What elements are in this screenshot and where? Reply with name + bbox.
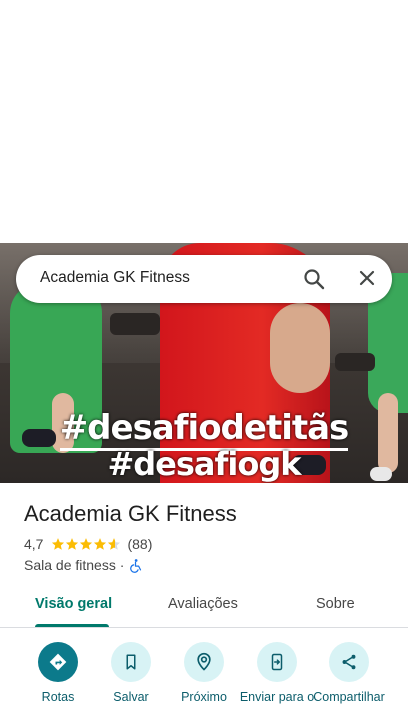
map-area xyxy=(0,0,408,243)
tab-overview[interactable]: Visão geral xyxy=(35,596,112,612)
place-tabs: Visão geral Avaliações Sobre xyxy=(0,584,408,628)
wheelchair-accessible-icon xyxy=(130,558,142,573)
active-tab-indicator xyxy=(35,624,109,627)
star-half-icon xyxy=(108,538,121,550)
nearby-label: Próximo xyxy=(181,690,227,704)
send-to-phone-icon xyxy=(257,642,297,682)
photo-hashtag-1: #desafiodetitãs xyxy=(0,408,408,451)
star-icon xyxy=(66,538,79,550)
place-title: Academia GK Fitness xyxy=(24,501,237,526)
category-row: Sala de fitness · xyxy=(24,557,143,573)
photo-dumbbell xyxy=(335,353,375,371)
rating-value: 4,7 xyxy=(24,536,44,552)
share-icon xyxy=(329,642,369,682)
rating-stars xyxy=(51,537,121,551)
nearby-icon xyxy=(184,642,224,682)
tab-reviews[interactable]: Avaliações xyxy=(168,596,238,612)
bookmark-icon xyxy=(111,642,151,682)
close-icon[interactable] xyxy=(354,265,380,291)
place-category: Sala de fitness · xyxy=(24,557,125,573)
star-icon xyxy=(80,538,93,550)
send-to-phone-label: Enviar para o xyxy=(239,690,315,704)
star-icon xyxy=(94,538,107,550)
directions-label: Rotas xyxy=(41,690,75,704)
star-icon xyxy=(52,538,65,550)
nearby-button[interactable]: Próximo xyxy=(164,642,244,704)
share-label: Compartilhar xyxy=(313,690,385,704)
photo-dumbbell xyxy=(110,313,160,335)
action-bar: Rotas Salvar Próximo Enviar para o Compa… xyxy=(0,642,408,726)
rating-row[interactable]: 4,7 (88) xyxy=(24,536,152,552)
directions-icon xyxy=(38,642,78,682)
share-button[interactable]: Compartilhar xyxy=(309,642,389,704)
send-to-phone-button[interactable]: Enviar para o xyxy=(237,642,317,704)
review-count: (88) xyxy=(127,536,153,552)
search-icon[interactable] xyxy=(302,267,326,291)
save-button[interactable]: Salvar xyxy=(91,642,171,704)
photo-arm xyxy=(270,303,330,393)
save-label: Salvar xyxy=(113,690,149,704)
search-input[interactable]: Academia GK Fitness xyxy=(40,269,190,287)
directions-button[interactable]: Rotas xyxy=(18,642,98,704)
photo-hashtag-2: #desafiogk xyxy=(107,445,301,483)
tab-about[interactable]: Sobre xyxy=(316,596,355,612)
search-bar[interactable]: Academia GK Fitness xyxy=(16,255,392,303)
